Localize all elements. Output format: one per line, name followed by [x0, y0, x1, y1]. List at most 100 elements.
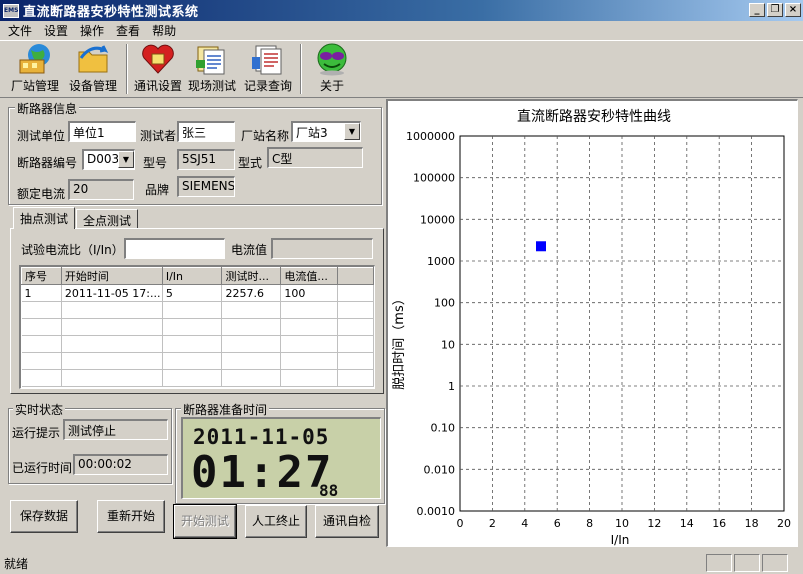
- close-button[interactable]: ×: [785, 3, 801, 17]
- table-row-empty: [21, 335, 374, 353]
- y-tick-label: 1: [448, 380, 455, 393]
- manual-stop-button[interactable]: 人工终止: [245, 505, 307, 538]
- column-header[interactable]: 开始时间: [60, 267, 163, 285]
- rated-current-label: 额定电流: [17, 187, 66, 201]
- current-field: [271, 238, 373, 259]
- toolbar-label: 记录查询: [243, 79, 292, 93]
- start-test-button[interactable]: 开始测试: [173, 504, 237, 539]
- chart-points: [536, 241, 546, 252]
- elapsed-field: 00:00:02: [73, 454, 168, 475]
- about-glasses-icon: [317, 43, 347, 76]
- window-controls: _ ❐ ×: [747, 3, 801, 17]
- device-manage-button[interactable]: 设备管理: [64, 41, 122, 97]
- comm-settings-button[interactable]: 通讯设置: [132, 41, 184, 97]
- y-axis-label: 脱扣时间（ms）: [392, 292, 407, 389]
- table-cell: 2011-11-05 17:...: [61, 284, 163, 302]
- result-grid[interactable]: 序号 开始时间 I/In 测试时... 电流值... 1 2011-11-05 …: [19, 265, 375, 389]
- station-manage-button[interactable]: 厂站管理: [6, 41, 64, 97]
- toolbar-separator: [126, 44, 128, 94]
- prep-time-title: 断路器准备时间: [181, 401, 270, 418]
- y-tick-label: 0.010: [424, 463, 456, 476]
- comm-selfcheck-button[interactable]: 通讯自检: [315, 505, 379, 538]
- menu-settings[interactable]: 设置: [38, 22, 74, 39]
- tab-spot-test[interactable]: 抽点测试: [13, 207, 76, 229]
- factory-globe-icon: [19, 44, 50, 74]
- toolbar: 厂站管理 设备管理 通讯设置 现场测试 记录查询 关于: [0, 40, 803, 98]
- restore-button[interactable]: ❐: [767, 3, 783, 17]
- model-label: 型号: [143, 156, 168, 170]
- table-cell: [337, 284, 374, 302]
- column-header[interactable]: 电流值...: [280, 267, 339, 285]
- run-prompt-label: 运行提示: [12, 426, 61, 440]
- status-pane: [706, 554, 732, 572]
- elapsed-label: 已运行时间: [12, 461, 73, 475]
- chart-grid: [459, 135, 785, 512]
- restart-button[interactable]: 重新开始: [97, 500, 165, 533]
- menu-file[interactable]: 文件: [2, 22, 38, 39]
- toolbar-label: 设备管理: [68, 79, 117, 93]
- rated-current-field: 20: [68, 179, 134, 200]
- minimize-button[interactable]: _: [749, 3, 765, 17]
- chart-title: 直流断路器安秒特性曲线: [517, 108, 671, 125]
- station-select[interactable]: 厂站3 ▼: [291, 121, 361, 142]
- tester-field[interactable]: 张三: [177, 121, 235, 142]
- current-label: 电流值: [231, 243, 268, 257]
- data-point: [536, 241, 546, 252]
- result-table: 序号 开始时间 I/In 测试时... 电流值... 1 2011-11-05 …: [21, 267, 374, 387]
- save-data-button[interactable]: 保存数据: [10, 500, 78, 533]
- realtime-title: 实时状态: [13, 401, 66, 418]
- lcd-time: 01:27: [191, 447, 334, 498]
- field-test-button[interactable]: 现场测试: [184, 41, 240, 97]
- toolbar-label: 厂站管理: [10, 79, 59, 93]
- y-tick-label: 10000: [420, 213, 455, 226]
- x-tick-label: 18: [745, 517, 759, 530]
- table-row[interactable]: 1 2011-11-05 17:... 5 2257.6 100: [21, 284, 374, 302]
- chevron-down-icon[interactable]: ▼: [118, 151, 134, 168]
- menu-view[interactable]: 查看: [110, 22, 146, 39]
- lcd-display: 2011-11-05 01:27 88: [181, 417, 381, 500]
- x-tick-label: 12: [647, 517, 661, 530]
- table-row-empty: [21, 352, 374, 370]
- column-header[interactable]: 测试时...: [221, 267, 282, 285]
- x-tick-label: 4: [521, 517, 528, 530]
- status-bar: 就绪: [0, 552, 803, 574]
- x-tick-label: 6: [554, 517, 561, 530]
- y-tick-label: 0.0010: [417, 505, 456, 518]
- lcd-date: 2011-11-05: [193, 425, 330, 449]
- about-button[interactable]: 关于: [306, 41, 358, 97]
- status-pane: [734, 554, 760, 572]
- column-header[interactable]: I/In: [161, 267, 223, 285]
- breaker-no-label: 断路器编号: [17, 156, 78, 170]
- breaker-no-select[interactable]: D003 ▼: [82, 149, 135, 170]
- status-text: 就绪: [4, 556, 29, 571]
- y-tick-label: 1000: [427, 255, 455, 268]
- record-query-button[interactable]: 记录查询: [240, 41, 296, 97]
- lcd-ms: 88: [319, 481, 339, 500]
- menu-help[interactable]: 帮助: [146, 22, 182, 39]
- x-axis-ticks: 0 2 4 6 8 10 12 14 16 18 20: [457, 517, 792, 530]
- x-tick-label: 8: [586, 517, 593, 530]
- window-title: 直流断路器安秒特性测试系统: [23, 5, 199, 20]
- ratio-input[interactable]: [124, 238, 225, 259]
- heart-icon: [142, 44, 174, 74]
- y-tick-label: 0.10: [431, 422, 456, 435]
- test-unit-field[interactable]: 单位1: [68, 121, 136, 142]
- tab-full-test[interactable]: 全点测试: [76, 209, 139, 229]
- folder-arrow-icon: [78, 45, 109, 73]
- column-header[interactable]: 序号: [21, 267, 62, 285]
- app-icon: EMS: [3, 3, 19, 18]
- documents-icon: [196, 46, 225, 75]
- toolbar-label: 现场测试: [187, 79, 236, 93]
- chart-panel: 直流断路器安秒特性曲线 1000000 100000 10000 1000 100 10 1…: [386, 99, 798, 547]
- x-tick-label: 16: [712, 517, 726, 530]
- records-icon: [252, 45, 282, 75]
- table-cell: 2257.6: [221, 284, 282, 302]
- menu-operate[interactable]: 操作: [74, 22, 110, 39]
- toolbar-separator: [300, 44, 302, 94]
- station-select-value: 厂站3: [296, 126, 328, 140]
- chevron-down-icon[interactable]: ▼: [344, 123, 360, 140]
- x-tick-label: 20: [777, 517, 791, 530]
- x-tick-label: 14: [680, 517, 694, 530]
- tester-label: 测试者: [140, 129, 177, 143]
- test-tabs: 抽点测试 全点测试: [13, 207, 139, 229]
